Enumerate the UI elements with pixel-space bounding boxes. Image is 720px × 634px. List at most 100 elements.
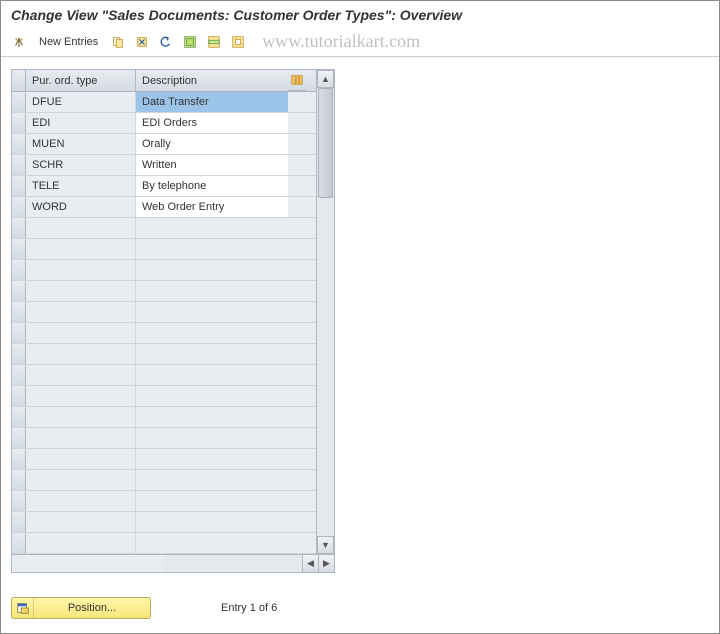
cell-type[interactable] bbox=[26, 407, 136, 427]
cell-desc[interactable] bbox=[136, 281, 288, 301]
delete-icon[interactable] bbox=[132, 32, 152, 52]
row-selector[interactable] bbox=[12, 470, 26, 490]
cell-type[interactable] bbox=[26, 344, 136, 364]
table-row-empty bbox=[12, 365, 316, 386]
select-all-icon[interactable] bbox=[180, 32, 200, 52]
cell-type[interactable] bbox=[26, 323, 136, 343]
cell-type[interactable]: SCHR bbox=[26, 155, 136, 175]
cell-desc[interactable]: Orally bbox=[136, 134, 288, 154]
horizontal-scrollbar[interactable]: ◀ ▶ bbox=[11, 555, 335, 573]
cell-type[interactable]: EDI bbox=[26, 113, 136, 133]
row-selector[interactable] bbox=[12, 155, 26, 175]
cell-desc[interactable] bbox=[136, 512, 288, 532]
new-entries-button[interactable]: New Entries bbox=[33, 34, 104, 50]
table-row-empty bbox=[12, 218, 316, 239]
row-selector[interactable] bbox=[12, 449, 26, 469]
cell-type[interactable] bbox=[26, 260, 136, 280]
cell-type[interactable] bbox=[26, 386, 136, 406]
cell-type[interactable] bbox=[26, 302, 136, 322]
cell-type[interactable] bbox=[26, 491, 136, 511]
row-selector[interactable] bbox=[12, 197, 26, 217]
cell-type[interactable] bbox=[26, 449, 136, 469]
cell-desc[interactable] bbox=[136, 386, 288, 406]
cell-type[interactable] bbox=[26, 512, 136, 532]
cell-type[interactable]: DFUE bbox=[26, 92, 136, 112]
footer: Position... Entry 1 of 6 bbox=[11, 597, 277, 619]
row-selector[interactable] bbox=[12, 113, 26, 133]
cell-type[interactable]: MUEN bbox=[26, 134, 136, 154]
cell-type[interactable]: TELE bbox=[26, 176, 136, 196]
undo-icon[interactable] bbox=[156, 32, 176, 52]
cell-type[interactable]: WORD bbox=[26, 197, 136, 217]
watermark-text: www.tutorialkart.com bbox=[262, 31, 420, 52]
scroll-down-icon[interactable]: ▼ bbox=[317, 536, 334, 554]
cell-desc[interactable] bbox=[136, 470, 288, 490]
cell-desc[interactable] bbox=[136, 239, 288, 259]
row-selector[interactable] bbox=[12, 239, 26, 259]
cell-type[interactable] bbox=[26, 218, 136, 238]
cell-desc[interactable] bbox=[136, 344, 288, 364]
cell-type[interactable] bbox=[26, 239, 136, 259]
cell-desc[interactable] bbox=[136, 260, 288, 280]
vertical-scrollbar[interactable]: ▲ ▼ bbox=[316, 70, 334, 554]
table-container: Pur. ord. type Description DFUEData Tran… bbox=[11, 69, 335, 573]
copy-icon[interactable] bbox=[108, 32, 128, 52]
toolbar: New Entries www.tutorialkart.com bbox=[1, 27, 719, 57]
column-header-desc[interactable]: Description bbox=[136, 70, 288, 91]
row-selector[interactable] bbox=[12, 218, 26, 238]
cell-desc[interactable] bbox=[136, 407, 288, 427]
scroll-track[interactable] bbox=[317, 88, 334, 536]
row-selector[interactable] bbox=[12, 512, 26, 532]
cell-desc[interactable]: EDI Orders bbox=[136, 113, 288, 133]
cell-desc[interactable] bbox=[136, 533, 288, 553]
cell-type[interactable] bbox=[26, 470, 136, 490]
row-selector[interactable] bbox=[12, 533, 26, 553]
cell-desc[interactable] bbox=[136, 323, 288, 343]
row-selector-header[interactable] bbox=[12, 70, 26, 91]
cell-desc[interactable]: Data Transfer bbox=[136, 92, 288, 112]
scroll-left-icon[interactable]: ◀ bbox=[302, 555, 318, 572]
row-selector[interactable] bbox=[12, 92, 26, 112]
cell-desc[interactable] bbox=[136, 449, 288, 469]
toggle-icon[interactable] bbox=[9, 32, 29, 52]
row-selector[interactable] bbox=[12, 407, 26, 427]
cell-desc[interactable] bbox=[136, 491, 288, 511]
scroll-right-icon[interactable]: ▶ bbox=[318, 555, 334, 572]
cell-desc[interactable]: By telephone bbox=[136, 176, 288, 196]
row-selector[interactable] bbox=[12, 134, 26, 154]
row-selector[interactable] bbox=[12, 302, 26, 322]
scroll-thumb[interactable] bbox=[318, 88, 333, 198]
table-header: Pur. ord. type Description bbox=[12, 70, 316, 92]
table-config-icon[interactable] bbox=[288, 70, 306, 91]
position-button[interactable]: Position... bbox=[11, 597, 151, 619]
row-selector[interactable] bbox=[12, 260, 26, 280]
scroll-up-icon[interactable]: ▲ bbox=[317, 70, 334, 88]
cell-desc[interactable]: Written bbox=[136, 155, 288, 175]
column-header-type[interactable]: Pur. ord. type bbox=[26, 70, 136, 91]
cell-desc[interactable] bbox=[136, 302, 288, 322]
deselect-all-icon[interactable] bbox=[228, 32, 248, 52]
row-selector[interactable] bbox=[12, 491, 26, 511]
table-row-empty bbox=[12, 260, 316, 281]
cell-desc[interactable] bbox=[136, 218, 288, 238]
table-row: DFUEData Transfer bbox=[12, 92, 316, 113]
row-selector[interactable] bbox=[12, 386, 26, 406]
row-selector[interactable] bbox=[12, 344, 26, 364]
row-selector[interactable] bbox=[12, 428, 26, 448]
select-block-icon[interactable] bbox=[204, 32, 224, 52]
cell-type[interactable] bbox=[26, 428, 136, 448]
cell-desc[interactable] bbox=[136, 365, 288, 385]
row-selector[interactable] bbox=[12, 365, 26, 385]
row-selector[interactable] bbox=[12, 323, 26, 343]
table-row: MUENOrally bbox=[12, 134, 316, 155]
cell-desc[interactable]: Web Order Entry bbox=[136, 197, 288, 217]
cell-type[interactable] bbox=[26, 365, 136, 385]
cell-type[interactable] bbox=[26, 281, 136, 301]
table-row-empty bbox=[12, 281, 316, 302]
table-row-empty bbox=[12, 386, 316, 407]
table-row-empty bbox=[12, 407, 316, 428]
cell-type[interactable] bbox=[26, 533, 136, 553]
row-selector[interactable] bbox=[12, 281, 26, 301]
row-selector[interactable] bbox=[12, 176, 26, 196]
cell-desc[interactable] bbox=[136, 428, 288, 448]
